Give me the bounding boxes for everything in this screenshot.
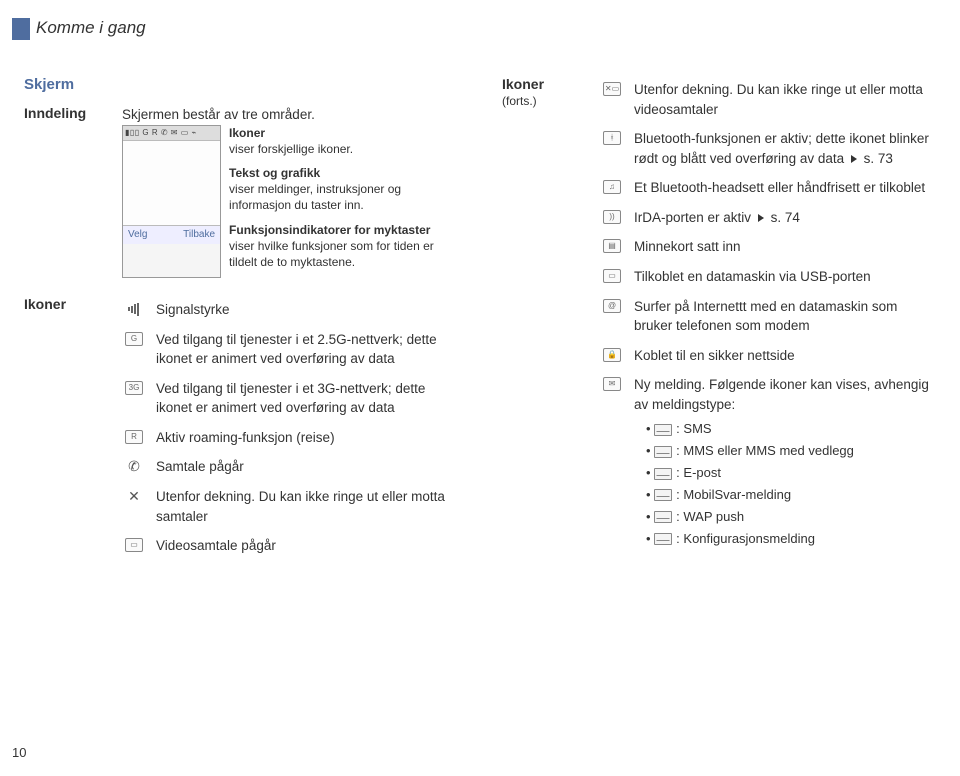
callout-func-body: viser hvilke funksjoner som for tiden er… xyxy=(229,239,434,269)
icon-text: Videosamtale pågår xyxy=(156,536,464,556)
callout-text-body: viser meldinger, instruksjoner og inform… xyxy=(229,182,401,212)
section-title: Skjerm xyxy=(24,76,464,93)
icon-text: Ny melding. Følgende ikoner kan vises, a… xyxy=(634,375,932,551)
g3-icon: 3G xyxy=(122,379,146,397)
wap-push-icon xyxy=(654,511,672,523)
message-type-list: : SMS : MMS eller MMS med vedlegg : E-po… xyxy=(634,420,932,548)
icons-label: Ikoner xyxy=(24,296,104,566)
roaming-icon: R xyxy=(122,428,146,446)
bt-headset-icon: ♫ xyxy=(600,178,624,196)
videocall-icon: ▭ xyxy=(122,536,146,554)
no-video-icon: ✕▭ xyxy=(600,80,624,98)
phone-illustration: ▮▯▯ G R ✆ ✉ ▭ ⌁ Velg Tilbake xyxy=(122,125,221,279)
secure-icon: 🔒 xyxy=(600,346,624,364)
irda-icon: )) xyxy=(600,208,624,226)
email-icon xyxy=(654,468,672,480)
callout-func-head: Funksjonsindikatorer for myktaster xyxy=(229,223,430,237)
callout-icons-body: viser forskjellige ikoner. xyxy=(229,142,353,156)
icon-text: Samtale pågår xyxy=(156,457,464,477)
icon-text: Utenfor dekning. Du kan ikke ringe ut el… xyxy=(156,487,464,526)
usb-icon: ▭ xyxy=(600,267,624,285)
msg-type: : MMS eller MMS med vedlegg xyxy=(634,442,932,461)
softkey-left: Velg xyxy=(128,228,147,243)
icon-text: Koblet til en sikker nettside xyxy=(634,346,932,366)
callout-icons-head: Ikoner xyxy=(229,126,265,140)
icon-text: Tilkoblet en datamaskin via USB-porten xyxy=(634,267,932,287)
bluetooth-icon: ᚼ xyxy=(600,129,624,147)
page-ref: s. 74 xyxy=(771,210,800,225)
phone-text-area xyxy=(123,140,220,226)
call-icon: ✆ xyxy=(122,457,146,475)
signal-icon xyxy=(122,300,146,318)
icon-text: Aktiv roaming-funksjon (reise) xyxy=(156,428,464,448)
sms-icon xyxy=(654,424,672,436)
chapter-accent xyxy=(12,18,30,40)
g25-icon: G xyxy=(122,330,146,348)
no-service-icon: ✕ xyxy=(122,487,146,505)
msg-type: : WAP push xyxy=(634,508,932,527)
callout-text-head: Tekst og grafikk xyxy=(229,166,320,180)
msg-type: : MobilSvar-melding xyxy=(634,486,932,505)
icon-text: Ved tilgang til tjenester i et 2.5G-nett… xyxy=(156,330,464,369)
softkey-right: Tilbake xyxy=(183,228,215,243)
icon-text: Ved tilgang til tjenester i et 3G-nettve… xyxy=(156,379,464,418)
icon-text: Et Bluetooth-headsett eller håndfrisett … xyxy=(634,178,932,198)
phone-icon-bar: ▮▯▯ G R ✆ ✉ ▭ ⌁ xyxy=(123,126,220,140)
new-message-icon: ✉ xyxy=(600,375,624,393)
left-icon-list: Signalstyrke G Ved tilgang til tjenester… xyxy=(122,300,464,556)
layout-label: Inndeling xyxy=(24,105,104,290)
icon-text: IrDA-porten er aktiv s. 74 xyxy=(634,208,932,228)
ref-arrow-icon xyxy=(758,214,764,222)
icon-text: Signalstyrke xyxy=(156,300,464,320)
icon-text: Minnekort satt inn xyxy=(634,237,932,257)
right-icon-list: ✕▭ Utenfor dekning. Du kan ikke ringe ut… xyxy=(600,80,932,551)
config-msg-icon xyxy=(654,533,672,545)
right-sublabel: (forts.) xyxy=(502,94,537,108)
mms-icon xyxy=(654,446,672,458)
right-label: Ikoner xyxy=(502,76,544,92)
msg-type: : SMS xyxy=(634,420,932,439)
memcard-icon: ▤ xyxy=(600,237,624,255)
icon-text: Utenfor dekning. Du kan ikke ringe ut el… xyxy=(634,80,932,119)
layout-intro: Skjermen består av tre områder. xyxy=(122,105,464,125)
page-ref: s. 73 xyxy=(864,151,893,166)
chapter-title: Komme i gang xyxy=(36,18,146,38)
voicemail-icon xyxy=(654,489,672,501)
page-number: 10 xyxy=(12,745,26,760)
ref-arrow-icon xyxy=(851,155,857,163)
icon-text: Surfer på Internettt med en datamaskin s… xyxy=(634,297,932,336)
internet-icon: @ xyxy=(600,297,624,315)
phone-callouts: Ikoner viser forskjellige ikoner. Tekst … xyxy=(229,125,464,279)
msg-type: : E-post xyxy=(634,464,932,483)
icon-text: Bluetooth-funksjonen er aktiv; dette iko… xyxy=(634,129,932,168)
msg-type: : Konfigurasjonsmelding xyxy=(634,530,932,549)
